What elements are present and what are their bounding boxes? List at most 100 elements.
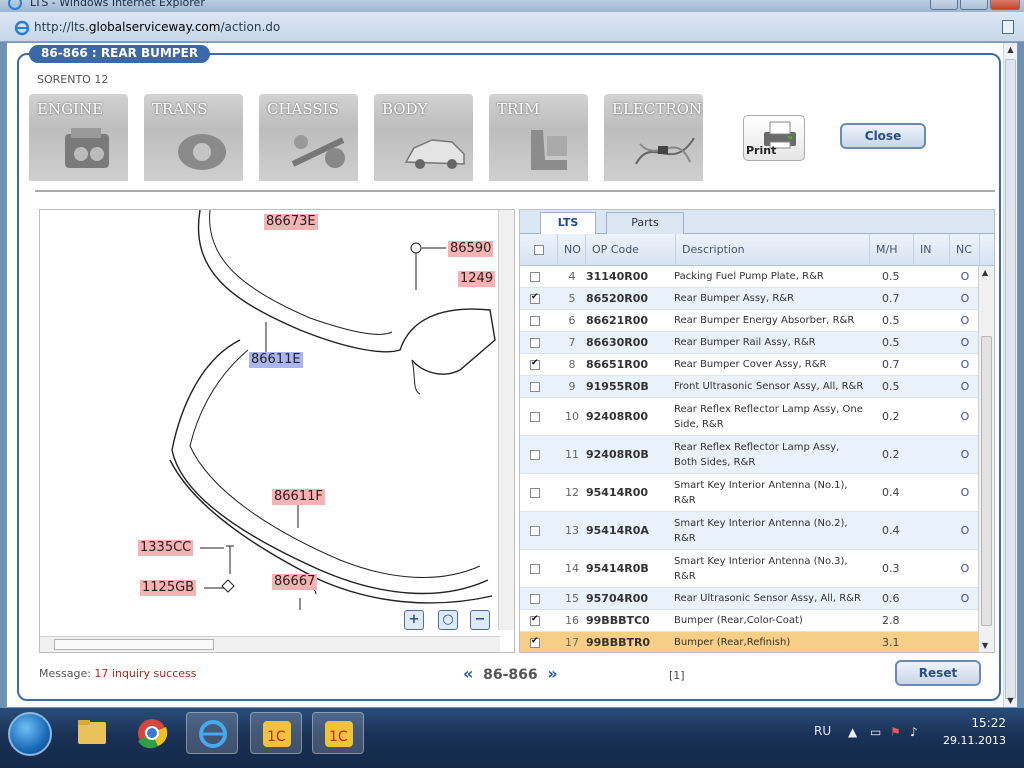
- table-row[interactable]: 13 95414R0A Smart Key Interior Antenna (No…: [520, 512, 980, 550]
- table-row[interactable]: 8 86651R00 Rear Bumper Cover Assy, R&R 0.7 O: [520, 354, 980, 376]
- compat-view-icon[interactable]: [1002, 20, 1014, 34]
- zoom-fit-icon[interactable]: ○: [438, 610, 458, 630]
- window-close-button[interactable]: [990, 0, 1020, 10]
- table-row[interactable]: 15 95704R00 Rear Ultrasonic Sensor Assy, A…: [520, 588, 980, 610]
- table-row[interactable]: 10 92408R00 Rear Reflex Reflector Lamp Ass…: [520, 398, 980, 436]
- row-checkbox[interactable]: [530, 358, 540, 370]
- seat-icon: [531, 130, 567, 170]
- row-select-cell: [530, 550, 550, 587]
- part-label[interactable]: 86667: [272, 574, 318, 590]
- volume-icon[interactable]: ♪: [910, 725, 918, 739]
- header-no: NO: [558, 234, 586, 266]
- tab-parts[interactable]: Parts: [606, 212, 684, 234]
- taskbar-app-1c-2[interactable]: 1C: [312, 712, 364, 754]
- page-scrollbar[interactable]: ▲ ▼: [1003, 43, 1017, 707]
- row-mh: 2.8: [882, 614, 900, 627]
- row-checkbox[interactable]: [530, 525, 540, 536]
- table-row[interactable]: 12 95414R00 Smart Key Interior Antenna (No…: [520, 474, 980, 512]
- taskbar-ie[interactable]: [186, 712, 238, 754]
- category-label: TRANS: [152, 100, 208, 118]
- table-row[interactable]: 9 91955R0B Front Ultrasonic Sensor Assy, A…: [520, 376, 980, 398]
- row-op-code: 95704R00: [586, 592, 649, 605]
- scroll-up-arrow-icon[interactable]: ▲: [1006, 45, 1015, 54]
- row-op-code: 31140R00: [586, 270, 649, 283]
- part-label[interactable]: 86611E: [249, 352, 303, 368]
- page-number[interactable]: [1]: [669, 669, 685, 682]
- row-select-cell: [530, 474, 550, 511]
- table-scroll-thumb[interactable]: [981, 336, 992, 626]
- diagram-scroll-thumb[interactable]: [54, 639, 214, 650]
- part-label[interactable]: 1249: [458, 271, 496, 287]
- table-vertical-scrollbar[interactable]: ▲ ▼: [978, 266, 994, 652]
- action-center-icon[interactable]: ⚑: [890, 725, 901, 739]
- table-row[interactable]: 17 99BBBTR0 Bumper (Rear,Refinish) 3.1: [520, 632, 980, 652]
- next-page-button[interactable]: »: [547, 664, 557, 683]
- part-label[interactable]: 1335CC: [138, 540, 194, 556]
- row-checkbox[interactable]: [530, 411, 540, 422]
- close-button[interactable]: Close: [840, 123, 926, 149]
- parts-diagram[interactable]: 86673E 86590 1249 86611E 86611F 1335CC 1…: [39, 209, 515, 653]
- print-button[interactable]: Print: [743, 115, 805, 161]
- part-label[interactable]: 86673E: [264, 214, 318, 230]
- row-checkbox[interactable]: [530, 337, 540, 348]
- category-electronic[interactable]: ELECTRONIC: [604, 94, 703, 181]
- row-checkbox[interactable]: [530, 563, 540, 574]
- row-checkbox[interactable]: [530, 271, 540, 282]
- scroll-up-arrow-icon[interactable]: ▲: [982, 268, 988, 277]
- category-trans[interactable]: TRANS: [144, 94, 243, 181]
- start-button[interactable]: [8, 712, 52, 756]
- scroll-down-arrow-icon[interactable]: ▼: [1006, 696, 1015, 705]
- category-body[interactable]: BODY: [374, 94, 473, 181]
- category-chassis[interactable]: CHASSIS: [259, 94, 358, 181]
- maximize-button[interactable]: [960, 0, 988, 10]
- diagram-vertical-scrollbar[interactable]: [498, 210, 514, 630]
- taskbar-app-1c-1[interactable]: 1C: [250, 712, 302, 754]
- chassis-icon: [291, 135, 345, 168]
- url-text[interactable]: http://lts.globalserviceway.com/action.d…: [34, 20, 280, 34]
- table-row[interactable]: 11 92408R0B Rear Reflex Reflector Lamp Ass…: [520, 436, 980, 474]
- row-checkbox[interactable]: [530, 292, 540, 304]
- diagram-horizontal-scrollbar[interactable]: [40, 636, 500, 652]
- language-indicator[interactable]: RU: [814, 724, 831, 738]
- part-label[interactable]: 1125GB: [140, 580, 197, 596]
- row-checkbox[interactable]: [530, 614, 540, 626]
- minimize-button[interactable]: [930, 0, 958, 10]
- transmission-icon: [178, 134, 226, 170]
- row-nc: O: [960, 292, 970, 305]
- taskbar-chrome[interactable]: [126, 712, 178, 754]
- table-row[interactable]: 5 86520R00 Rear Bumper Assy, R&R 0.7 O: [520, 288, 980, 310]
- zoom-in-icon[interactable]: +: [404, 610, 424, 630]
- page-scroll-thumb[interactable]: [1005, 59, 1016, 699]
- row-checkbox[interactable]: [530, 381, 540, 392]
- category-engine[interactable]: ENGINE: [29, 94, 128, 181]
- select-all-checkbox[interactable]: [534, 245, 544, 255]
- table-row[interactable]: 16 99BBBTC0 Bumper (Rear,Color-Coat) 2.8: [520, 610, 980, 632]
- row-checkbox[interactable]: [530, 449, 540, 460]
- prev-page-button[interactable]: «: [463, 664, 473, 683]
- row-checkbox[interactable]: [530, 315, 540, 326]
- scroll-down-arrow-icon[interactable]: ▼: [982, 641, 988, 650]
- row-nc: O: [960, 380, 970, 393]
- tray-expand-icon[interactable]: ▲: [848, 725, 857, 739]
- part-label[interactable]: 86611F: [272, 489, 325, 505]
- taskbar-explorer[interactable]: [66, 712, 118, 754]
- category-trim[interactable]: TRIM: [489, 94, 588, 181]
- row-checkbox[interactable]: [530, 487, 540, 498]
- table-row[interactable]: 4 31140R00 Packing Fuel Pump Plate, R&R 0.5…: [520, 266, 980, 288]
- clock-date[interactable]: 29.11.2013: [943, 734, 1006, 747]
- table-row[interactable]: 7 86630R00 Rear Bumper Rail Assy, R&R 0.5 O: [520, 332, 980, 354]
- table-row[interactable]: 14 95414R0B Smart Key Interior Antenna (No…: [520, 550, 980, 588]
- network-icon[interactable]: ▭: [870, 725, 881, 739]
- zoom-out-icon[interactable]: −: [470, 610, 490, 630]
- row-nc: O: [960, 562, 970, 575]
- row-checkbox[interactable]: [530, 593, 540, 604]
- row-checkbox[interactable]: [530, 636, 540, 648]
- table-row[interactable]: 6 86621R00 Rear Bumper Energy Absorber, R&…: [520, 310, 980, 332]
- clock-time[interactable]: 15:22: [971, 716, 1006, 730]
- row-mh: 0.2: [882, 448, 900, 461]
- row-nc: O: [960, 358, 970, 371]
- row-no: 5: [568, 292, 576, 305]
- tab-lts[interactable]: LTS: [540, 212, 596, 234]
- reset-button[interactable]: Reset: [895, 660, 981, 686]
- part-label[interactable]: 86590: [448, 241, 494, 257]
